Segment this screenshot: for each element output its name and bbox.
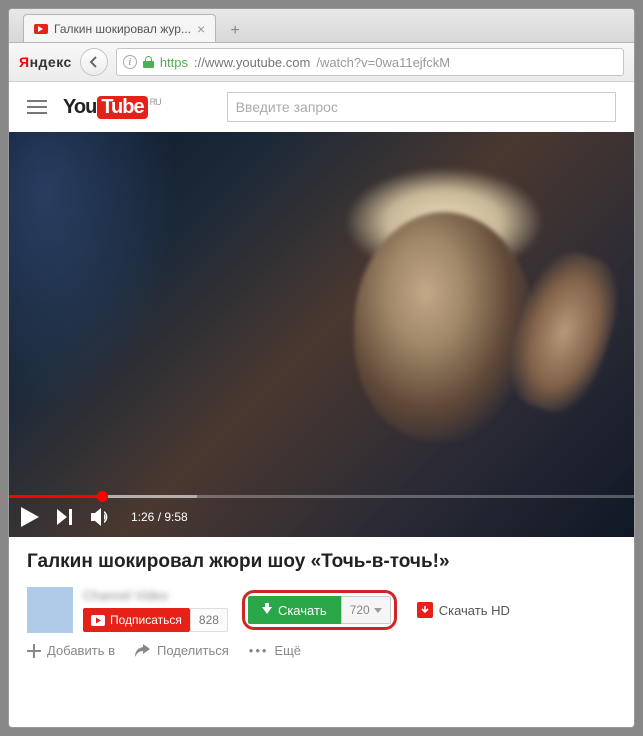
tab-close-icon[interactable]: × bbox=[197, 21, 205, 37]
search-placeholder: Введите запрос bbox=[236, 99, 338, 115]
quality-dropdown[interactable]: 720 bbox=[341, 596, 391, 624]
download-button[interactable]: Скачать bbox=[248, 596, 341, 624]
new-tab-button[interactable]: + bbox=[222, 20, 248, 42]
browser-tabstrip: Галкин шокировал жур... × + bbox=[9, 9, 634, 43]
logo-region: RU bbox=[150, 97, 161, 107]
current-time: 1:26 bbox=[131, 510, 154, 524]
more-icon: ••• bbox=[249, 643, 269, 658]
video-frame-bg bbox=[9, 132, 189, 432]
share-icon bbox=[135, 644, 151, 658]
address-bar: Яндекс i https ://www.youtube.com/watch?v… bbox=[9, 43, 634, 82]
more-button[interactable]: ••• Ещё bbox=[249, 643, 301, 658]
channel-name[interactable]: Channel Video bbox=[83, 588, 228, 603]
youtube-logo[interactable]: You Tube RU bbox=[63, 96, 161, 119]
lock-icon bbox=[143, 56, 154, 68]
more-label: Ещё bbox=[274, 643, 301, 658]
video-title: Галкин шокировал жюри шоу «Точь-в-точь!» bbox=[27, 551, 616, 573]
tab-title: Галкин шокировал жур... bbox=[54, 22, 191, 36]
add-label: Добавить в bbox=[47, 643, 115, 658]
youtube-favicon-icon bbox=[34, 24, 48, 34]
youtube-header: You Tube RU Введите запрос bbox=[9, 82, 634, 132]
subscribe-button[interactable]: Подписаться bbox=[83, 608, 190, 632]
add-to-button[interactable]: Добавить в bbox=[27, 643, 115, 658]
next-button[interactable] bbox=[57, 509, 73, 525]
video-frame-bg bbox=[354, 212, 534, 442]
download-highlight: Скачать 720 bbox=[242, 590, 397, 630]
download-hd-button[interactable]: Скачать HD bbox=[417, 602, 510, 618]
time-display: 1:26 / 9:58 bbox=[131, 510, 188, 524]
volume-icon bbox=[91, 507, 113, 527]
browser-tab[interactable]: Галкин шокировал жур... × bbox=[23, 14, 216, 42]
action-row: Добавить в Поделиться ••• Ещё bbox=[27, 643, 616, 658]
quality-value: 720 bbox=[350, 603, 370, 617]
url-input[interactable]: i https ://www.youtube.com/watch?v=0wa11e… bbox=[116, 48, 624, 76]
arrow-left-icon bbox=[88, 56, 100, 68]
channel-row: Channel Video Подписаться 828 Скачать 72… bbox=[27, 587, 616, 633]
download-hd-label: Скачать HD bbox=[439, 603, 510, 618]
download-hd-icon bbox=[417, 602, 433, 618]
download-label: Скачать bbox=[278, 603, 327, 618]
logo-tube: Tube bbox=[97, 96, 147, 119]
menu-icon[interactable] bbox=[27, 100, 47, 114]
volume-button[interactable] bbox=[91, 507, 113, 527]
duration: 9:58 bbox=[164, 510, 187, 524]
url-path: /watch?v=0wa11ejfckM bbox=[316, 55, 450, 70]
subscribe-label: Подписаться bbox=[110, 613, 182, 627]
below-video: Галкин шокировал жюри шоу «Точь-в-точь!»… bbox=[9, 537, 634, 672]
video-player[interactable]: 1:26 / 9:58 bbox=[9, 132, 634, 537]
search-input[interactable]: Введите запрос bbox=[227, 92, 616, 122]
next-icon bbox=[57, 509, 73, 525]
plus-icon bbox=[27, 644, 41, 658]
youtube-play-icon bbox=[91, 615, 105, 626]
back-button[interactable] bbox=[80, 48, 108, 76]
yandex-logo[interactable]: Яндекс bbox=[19, 54, 72, 70]
share-button[interactable]: Поделиться bbox=[135, 643, 229, 658]
play-icon bbox=[21, 507, 39, 527]
info-icon[interactable]: i bbox=[123, 55, 137, 69]
player-controls: 1:26 / 9:58 bbox=[9, 495, 634, 537]
chevron-down-icon bbox=[374, 608, 382, 613]
share-label: Поделиться bbox=[157, 643, 229, 658]
subscriber-count: 828 bbox=[190, 608, 228, 632]
avatar[interactable] bbox=[27, 587, 73, 633]
logo-you: You bbox=[63, 96, 96, 119]
download-icon bbox=[262, 607, 272, 614]
url-protocol: https bbox=[160, 55, 188, 70]
play-button[interactable] bbox=[21, 507, 39, 527]
url-host: ://www.youtube.com bbox=[194, 55, 310, 70]
